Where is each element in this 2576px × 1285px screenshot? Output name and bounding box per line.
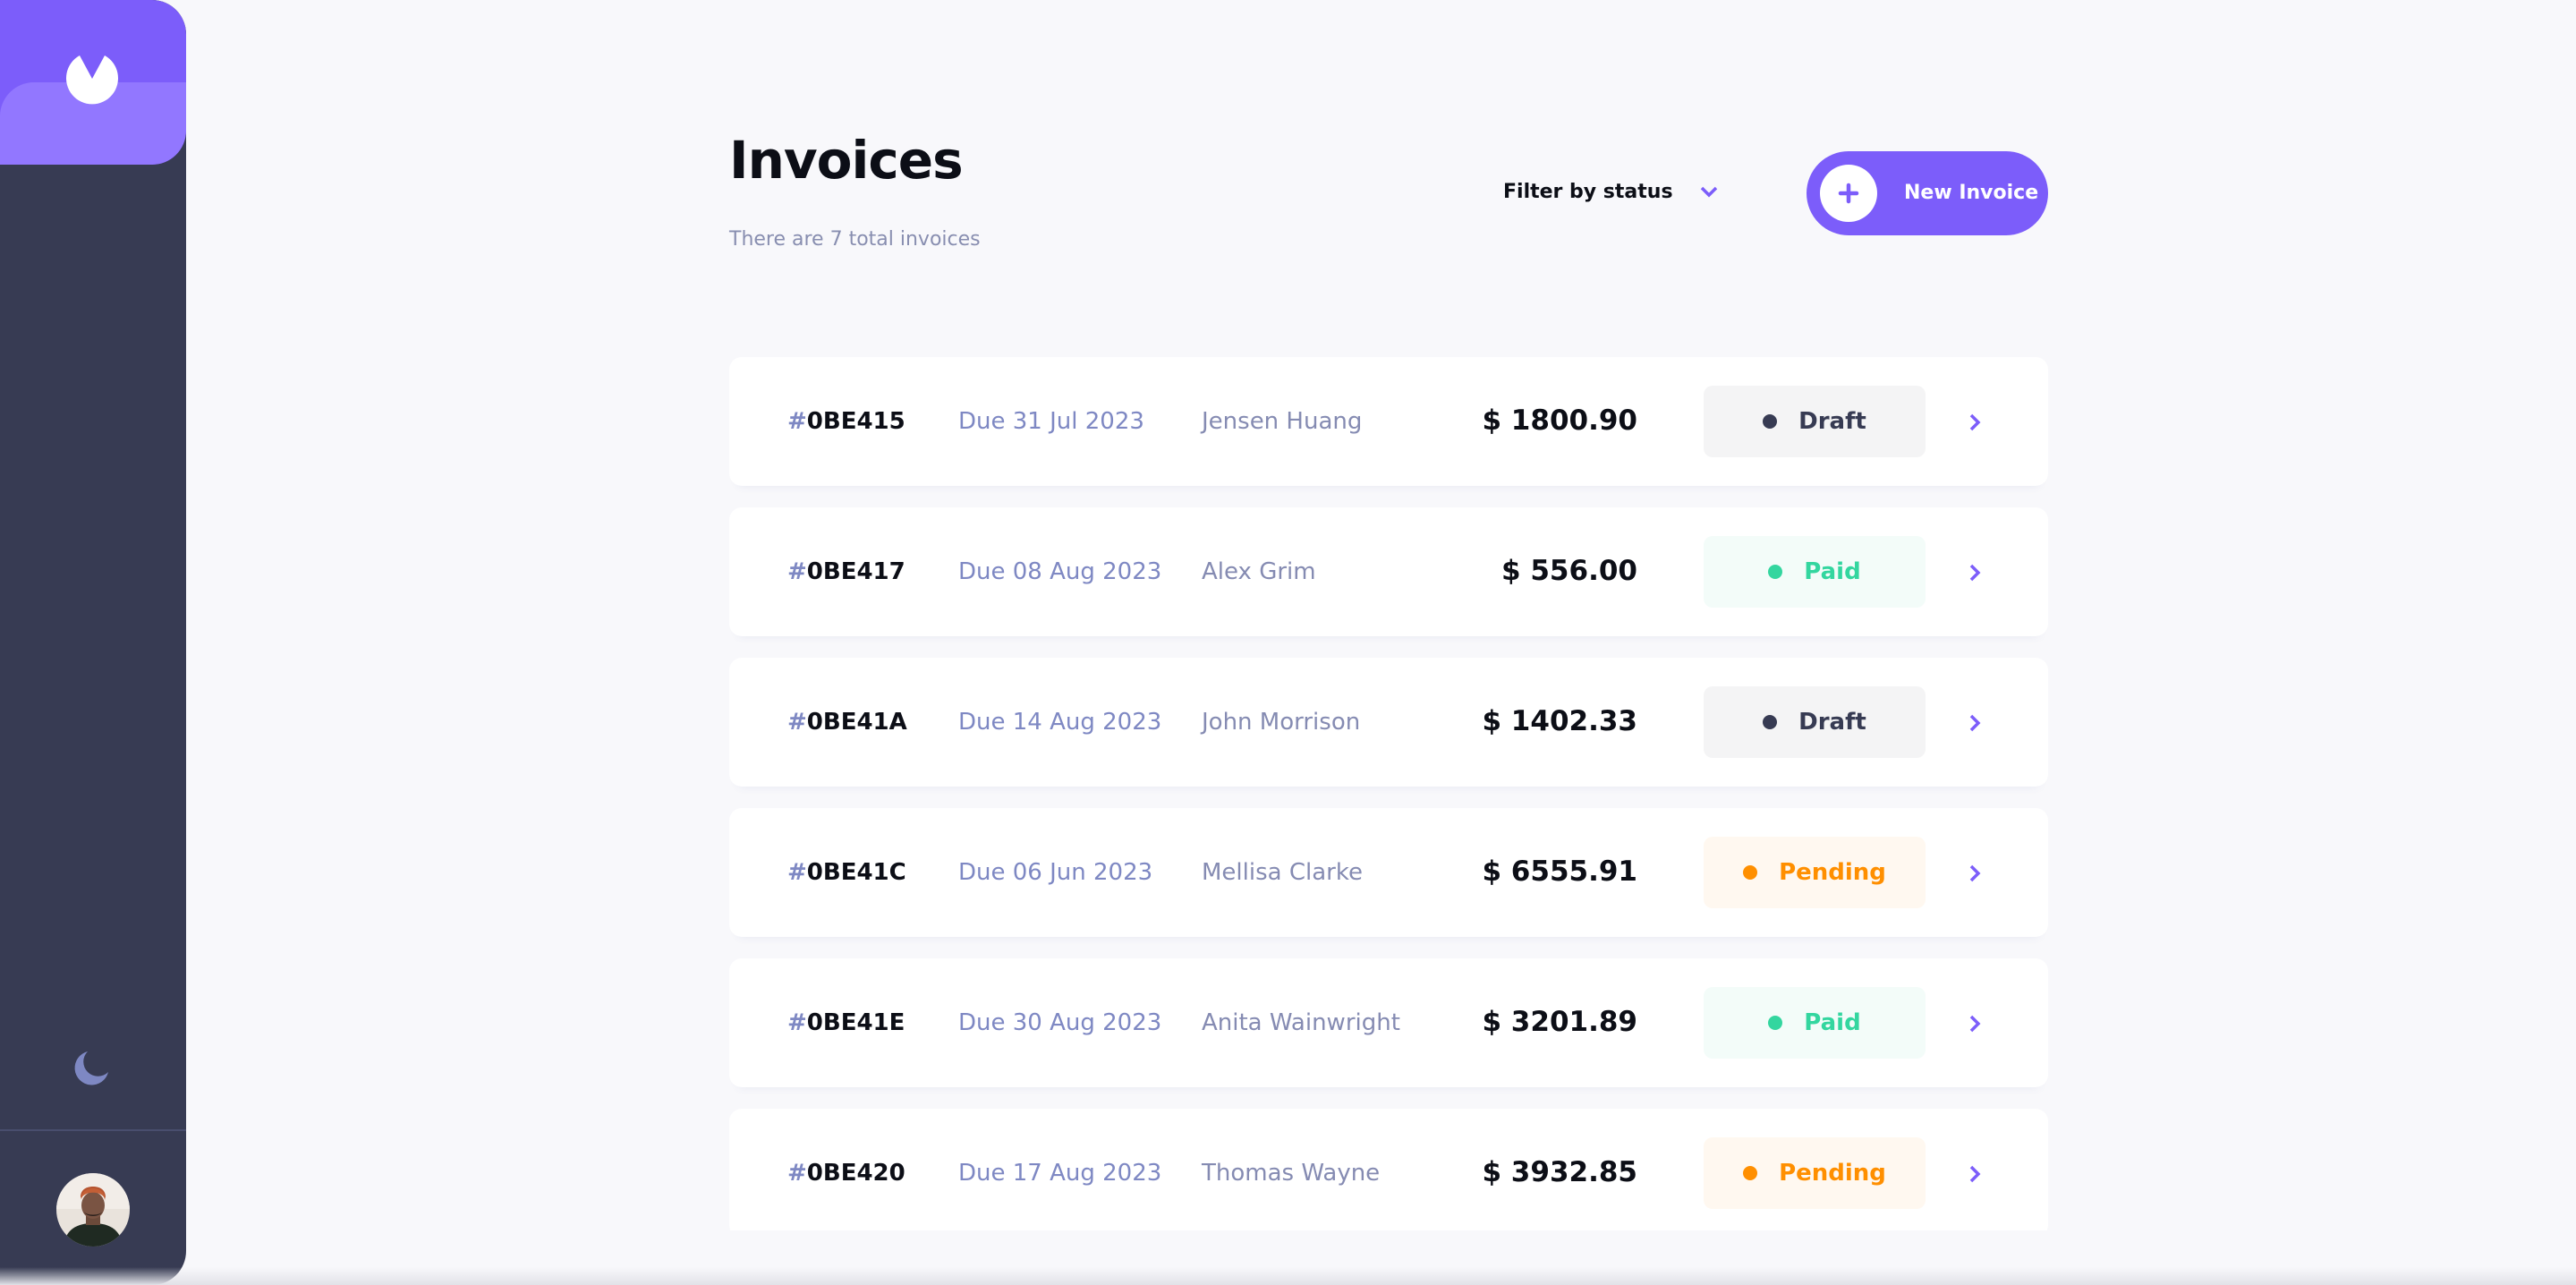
invoice-id-value: 0BE415 [806,408,905,435]
invoice-client: John Morrison [1202,709,1361,736]
invoice-id: #0BE41E [787,958,905,1087]
invoice-amount: $ 3932.85 [1482,1156,1637,1188]
page-title: Invoices [729,130,964,191]
invoice-row[interactable]: #0BE41E Due 30 Aug 2023 Anita Wainwright… [729,958,2048,1087]
new-invoice-label: New Invoice [1904,182,2039,204]
window-bottom-edge [0,1267,2576,1285]
chevron-right-icon [1969,1165,1981,1183]
invoice-client: Mellisa Clarke [1202,859,1363,886]
chevron-down-icon [1700,186,1717,198]
invoice-id: #0BE420 [787,1109,905,1230]
chevron-right-icon [1969,714,1981,732]
status-dot [1763,715,1778,729]
invoice-id-value: 0BE41C [806,859,906,886]
invoice-id-hash: # [787,1160,807,1187]
status-label: Pending [1779,1160,1886,1187]
status-label: Paid [1804,1009,1861,1036]
plus-icon [1838,183,1859,204]
status-dot [1768,565,1783,579]
chevron-right-icon [1969,413,1981,431]
invoice-due-date: Due 17 Aug 2023 [958,1160,1162,1187]
invoice-id-value: 0BE417 [806,558,905,585]
filter-dropdown[interactable]: Filter by status [1503,178,1718,205]
invoice-id-value: 0BE420 [806,1160,905,1187]
chevron-right-icon [1969,1015,1981,1033]
invoice-due-date: Due 14 Aug 2023 [958,709,1162,736]
moon-icon[interactable] [72,1047,113,1088]
sidebar [0,0,186,1285]
status-label: Paid [1804,558,1861,585]
invoice-id-hash: # [787,408,807,435]
invoice-row[interactable]: #0BE41A Due 14 Aug 2023 John Morrison $ … [729,658,2048,787]
invoice-id: #0BE41A [787,658,907,787]
invoice-row[interactable]: #0BE415 Due 31 Jul 2023 Jensen Huang $ 1… [729,357,2048,486]
invoice-row[interactable]: #0BE417 Due 08 Aug 2023 Alex Grim $ 556.… [729,507,2048,636]
invoice-id-hash: # [787,709,807,736]
invoice-amount: $ 556.00 [1501,555,1637,587]
chevron-right-icon [1969,564,1981,582]
status-label: Draft [1798,408,1866,435]
status-badge: Pending [1704,1137,1926,1209]
status-badge: Paid [1704,536,1926,608]
status-dot [1743,865,1758,880]
filter-label: Filter by status [1503,180,1673,203]
status-badge: Draft [1704,386,1926,457]
invoice-due-date: Due 08 Aug 2023 [958,558,1162,585]
invoice-row[interactable]: #0BE420 Due 17 Aug 2023 Thomas Wayne $ 3… [729,1109,2048,1230]
status-dot [1743,1166,1758,1180]
status-badge: Paid [1704,987,1926,1059]
status-dot [1768,1016,1783,1030]
invoice-client: Alex Grim [1202,558,1316,585]
status-label: Draft [1798,709,1866,736]
status-badge: Pending [1704,837,1926,908]
invoice-id: #0BE417 [787,507,905,636]
plus-icon-circle [1820,165,1877,222]
status-badge: Draft [1704,686,1926,758]
app-logo-icon [66,55,118,105]
status-dot [1763,414,1778,429]
new-invoice-button[interactable]: New Invoice [1807,151,2048,235]
invoice-count: There are 7 total invoices [729,228,981,251]
invoice-due-date: Due 30 Aug 2023 [958,1009,1162,1036]
invoice-id-value: 0BE41A [806,709,907,736]
invoice-amount: $ 1402.33 [1482,705,1637,737]
logo-button[interactable] [0,0,186,165]
invoice-id: #0BE41C [787,808,906,937]
invoice-amount: $ 6555.91 [1482,855,1637,888]
invoice-amount: $ 3201.89 [1482,1006,1637,1038]
invoice-client: Anita Wainwright [1202,1009,1400,1036]
status-label: Pending [1779,859,1886,886]
chevron-right-icon [1969,864,1981,882]
invoice-list: #0BE415 Due 31 Jul 2023 Jensen Huang $ 1… [729,357,2048,1230]
invoice-id-hash: # [787,558,807,585]
invoice-row[interactable]: #0BE41C Due 06 Jun 2023 Mellisa Clarke $… [729,808,2048,937]
invoice-due-date: Due 31 Jul 2023 [958,408,1144,435]
invoice-id-value: 0BE41E [806,1009,905,1036]
invoice-client: Thomas Wayne [1202,1160,1381,1187]
avatar[interactable] [56,1173,130,1247]
invoice-due-date: Due 06 Jun 2023 [958,859,1153,886]
invoice-id-hash: # [787,859,807,886]
avatar-image [56,1173,130,1247]
invoice-client: Jensen Huang [1202,408,1363,435]
invoice-id: #0BE415 [787,357,905,486]
invoice-amount: $ 1800.90 [1482,404,1637,437]
invoice-id-hash: # [787,1009,807,1036]
sidebar-divider [0,1129,186,1131]
